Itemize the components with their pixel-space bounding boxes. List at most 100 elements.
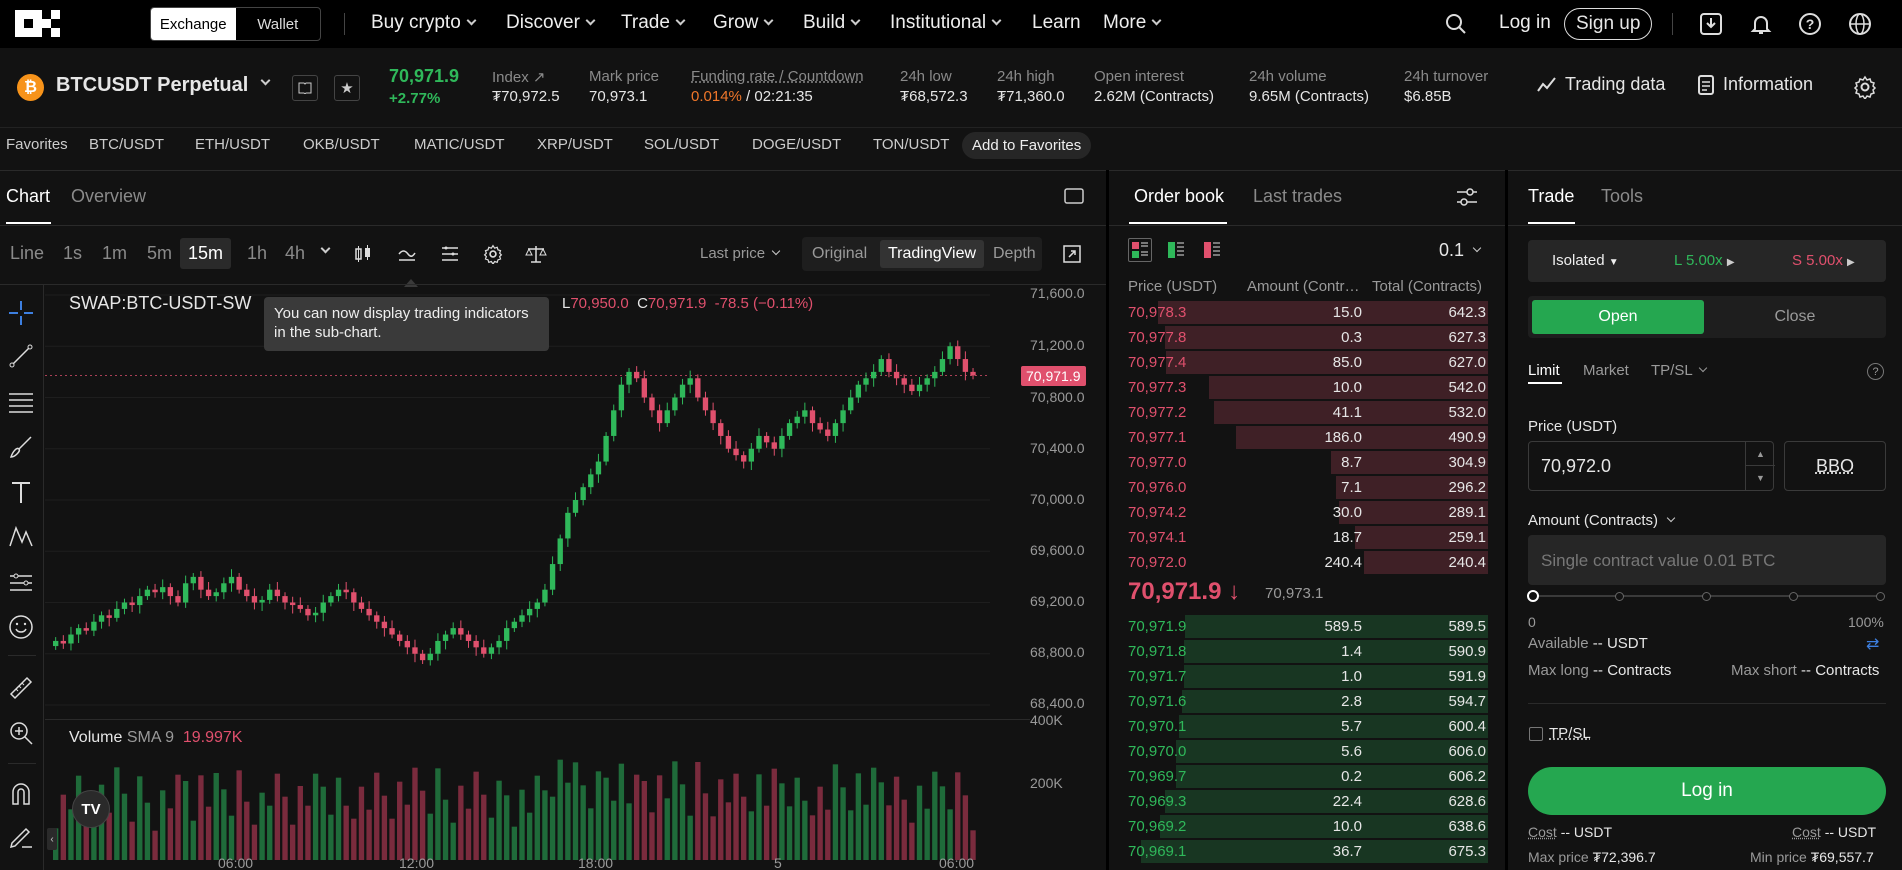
tpsl-checkbox[interactable] — [1529, 727, 1543, 741]
nav-trade[interactable]: Trade — [621, 12, 686, 34]
nav-institutional[interactable]: Institutional — [890, 12, 1002, 34]
ob-row[interactable]: 70,971.8 1.4 590.9 — [1128, 639, 1488, 664]
fav-item[interactable]: BTC/USDT — [89, 136, 164, 153]
long-leverage[interactable]: L 5.00x ▶ — [1674, 252, 1735, 269]
open-button[interactable]: Open — [1532, 300, 1704, 334]
index-label[interactable]: Index ↗ — [492, 68, 545, 86]
search-icon[interactable] — [1444, 12, 1468, 36]
ruler-icon[interactable] — [6, 675, 36, 701]
tradingview-logo[interactable]: TV — [72, 790, 110, 828]
collapse-arrow-icon[interactable]: ‹ — [47, 828, 57, 850]
book-both-icon[interactable] — [1128, 238, 1152, 262]
brush-icon[interactable] — [6, 435, 36, 461]
short-leverage[interactable]: S 5.00x ▶ — [1792, 252, 1855, 269]
price-input[interactable]: 70,972.0 ▲ ▼ — [1528, 441, 1775, 491]
fav-item[interactable]: SOL/USDT — [644, 136, 719, 153]
nav-grow[interactable]: Grow — [713, 12, 774, 34]
zoom-in-icon[interactable] — [6, 720, 36, 746]
nav-discover[interactable]: Discover — [506, 12, 596, 34]
ob-row[interactable]: 70,978.3 15.0 642.3 — [1128, 300, 1488, 325]
prediction-icon[interactable] — [6, 570, 36, 596]
fav-item[interactable]: OKB/USDT — [303, 136, 380, 153]
help-icon[interactable]: ? — [1797, 11, 1823, 37]
login-button[interactable]: Log in — [1528, 767, 1886, 815]
tf-5m[interactable]: 5m — [147, 243, 172, 264]
ob-row[interactable]: 70,969.1 36.7 675.3 — [1128, 839, 1488, 864]
book-icon[interactable] — [292, 75, 318, 101]
margin-mode[interactable]: Isolated ▼ — [1552, 252, 1619, 269]
add-to-favorites-button[interactable]: Add to Favorites — [962, 132, 1092, 159]
signup-button[interactable]: Sign up — [1564, 8, 1653, 40]
download-icon[interactable] — [1698, 11, 1724, 37]
emoji-icon[interactable] — [6, 614, 36, 640]
okx-logo[interactable] — [15, 10, 60, 37]
trendline-icon[interactable] — [6, 343, 36, 369]
list-icon[interactable] — [437, 242, 463, 266]
ob-row[interactable]: 70,974.2 30.0 289.1 — [1128, 500, 1488, 525]
window-icon[interactable] — [1062, 186, 1086, 206]
nav-build[interactable]: Build — [803, 12, 861, 34]
chevron-down-icon[interactable] — [260, 75, 271, 86]
ob-row[interactable]: 70,971.6 2.8 594.7 — [1128, 689, 1488, 714]
ob-row[interactable]: 70,977.2 41.1 532.0 — [1128, 400, 1488, 425]
view-depth[interactable]: Depth — [993, 245, 1036, 263]
information-button[interactable]: Information — [1697, 74, 1813, 95]
fav-item[interactable]: TON/USDT — [873, 136, 949, 153]
amount-input[interactable]: Single contract value 0.01 BTC — [1528, 535, 1886, 585]
order-type-limit[interactable]: Limit — [1528, 362, 1560, 379]
step-down-icon[interactable]: ▼ — [1746, 466, 1775, 490]
view-original[interactable]: Original — [812, 245, 867, 263]
chart-settings-icon[interactable] — [480, 242, 506, 266]
ob-row[interactable]: 70,970.0 5.6 606.0 — [1128, 739, 1488, 764]
tab-last-trades[interactable]: Last trades — [1253, 186, 1342, 207]
tf-1s[interactable]: 1s — [63, 243, 82, 264]
ob-row[interactable]: 70,969.7 0.2 606.2 — [1128, 764, 1488, 789]
fav-item[interactable]: DOGE/USDT — [752, 136, 841, 153]
step-up-icon[interactable]: ▲ — [1746, 442, 1775, 466]
tab-trade[interactable]: Trade — [1528, 186, 1574, 207]
fib-icon[interactable] — [6, 388, 36, 414]
exchange-tab[interactable]: Exchange — [151, 8, 236, 40]
tab-tools[interactable]: Tools — [1601, 186, 1643, 207]
tab-order-book[interactable]: Order book — [1134, 186, 1224, 207]
globe-icon[interactable] — [1847, 11, 1873, 37]
chevron-down-icon[interactable] — [320, 243, 331, 254]
price-type-select[interactable]: Last price — [700, 245, 781, 262]
slider-mark[interactable] — [1615, 592, 1624, 601]
fullscreen-icon[interactable] — [1060, 242, 1084, 266]
tab-chart[interactable]: Chart — [6, 186, 50, 207]
magnet-icon[interactable] — [6, 780, 36, 806]
candle-type-icon[interactable] — [350, 242, 376, 266]
text-icon[interactable] — [6, 479, 36, 505]
fav-item[interactable]: MATIC/USDT — [414, 136, 505, 153]
order-type-market[interactable]: Market — [1583, 362, 1629, 379]
tf-1h[interactable]: 1h — [247, 243, 267, 264]
star-icon[interactable]: ★ — [334, 75, 360, 101]
ob-row[interactable]: 70,977.0 8.7 304.9 — [1128, 450, 1488, 475]
symbol-name[interactable]: BTCUSDT Perpetual — [56, 74, 248, 97]
ob-row[interactable]: 70,971.9 589.5 589.5 — [1128, 614, 1488, 639]
ob-row[interactable]: 70,977.8 0.3 627.3 — [1128, 325, 1488, 350]
ob-row[interactable]: 70,977.3 10.0 542.0 — [1128, 375, 1488, 400]
book-asks-icon[interactable] — [1200, 238, 1224, 262]
filter-icon[interactable] — [1454, 184, 1480, 210]
scale-icon[interactable] — [523, 242, 549, 266]
fav-item[interactable]: XRP/USDT — [537, 136, 613, 153]
bell-icon[interactable] — [1748, 11, 1774, 37]
price-chart[interactable] — [45, 285, 1030, 870]
tf-1m[interactable]: 1m — [102, 243, 127, 264]
book-bids-icon[interactable] — [1164, 238, 1188, 262]
ob-row[interactable]: 70,972.0 240.4 240.4 — [1128, 550, 1488, 575]
transfer-icon[interactable]: ⇄ — [1866, 634, 1879, 654]
settings-gear-icon[interactable] — [1852, 74, 1878, 100]
slider-handle[interactable] — [1527, 590, 1539, 602]
ob-row[interactable]: 70,974.1 18.7 259.1 — [1128, 525, 1488, 550]
nav-buy-crypto[interactable]: Buy crypto — [371, 12, 477, 34]
help-circle-icon[interactable]: ? — [1867, 363, 1884, 380]
order-type-tpsl[interactable]: TP/SL — [1651, 362, 1707, 379]
ob-row[interactable]: 70,977.1 186.0 490.9 — [1128, 425, 1488, 450]
tf-line[interactable]: Line — [10, 243, 44, 264]
slider-mark[interactable] — [1876, 592, 1885, 601]
amount-label[interactable]: Amount (Contracts) — [1528, 512, 1676, 529]
close-button[interactable]: Close — [1708, 300, 1882, 334]
